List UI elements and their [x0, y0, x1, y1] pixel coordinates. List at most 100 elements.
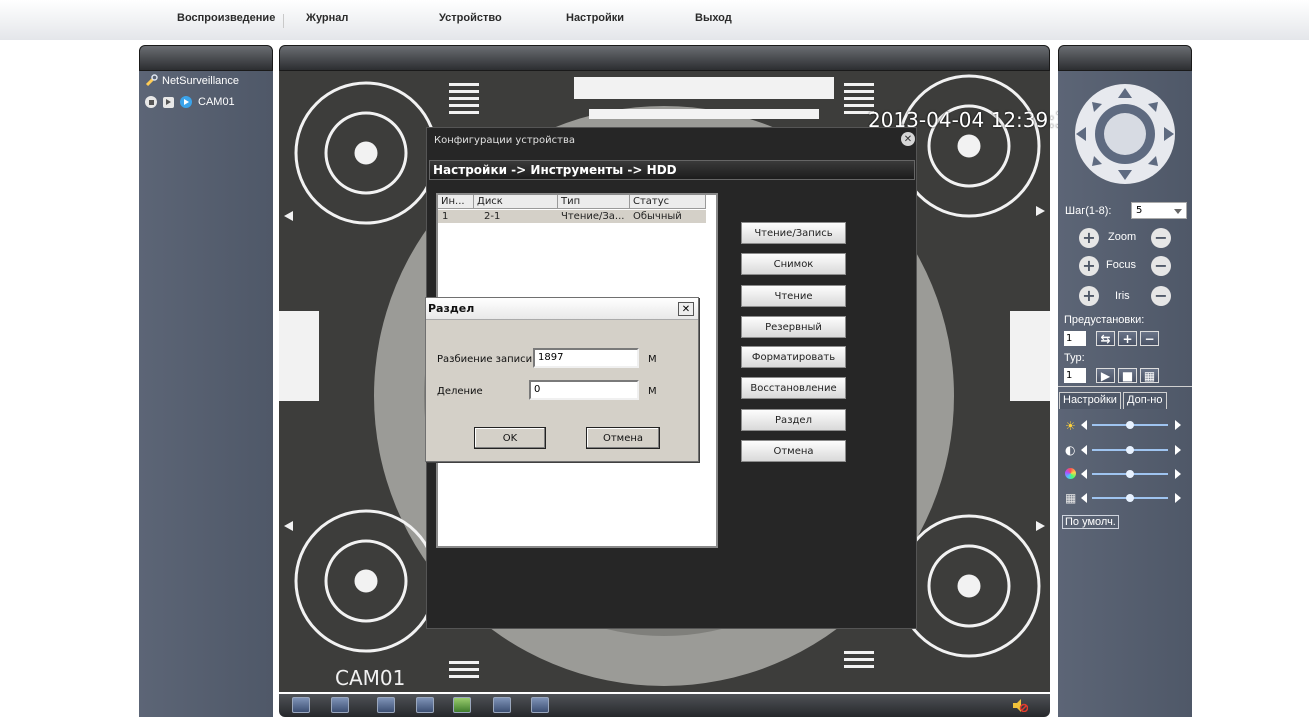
wrench-icon: [145, 74, 158, 87]
stop-record-icon[interactable]: [531, 697, 549, 713]
iris-open-icon[interactable]: +: [1079, 286, 1099, 306]
contrast-slider[interactable]: ◐: [1065, 443, 1187, 457]
slider-right-icon[interactable]: [1175, 493, 1181, 503]
cell-type: Чтение/За...: [561, 211, 625, 222]
focus-near-icon[interactable]: +: [1079, 256, 1099, 276]
video-panel-header: [279, 45, 1050, 71]
tour-label: Тур:: [1064, 352, 1085, 364]
recover-button[interactable]: Восстановление: [741, 377, 846, 399]
main-menu: Воспроизведение Журнал Устройство Настро…: [0, 12, 1309, 32]
tree-camera-label: CAM01: [198, 96, 235, 108]
snapshot-button[interactable]: Снимок: [741, 253, 846, 275]
partition-button[interactable]: Раздел: [741, 409, 846, 431]
iris-label: Iris: [1115, 290, 1130, 302]
saturation-icon: [1065, 468, 1076, 479]
menu-divider: [283, 14, 284, 28]
slider-left-icon[interactable]: [1081, 445, 1087, 455]
device-tree-panel: [139, 71, 273, 717]
hue-slider[interactable]: ▦: [1065, 491, 1187, 505]
tour-grid-icon[interactable]: ▦: [1140, 368, 1159, 383]
tree-camera-row[interactable]: CAM01: [145, 96, 235, 108]
read-only-button[interactable]: Чтение: [741, 285, 846, 307]
brightness-slider[interactable]: ☀: [1065, 418, 1187, 433]
menu-exit[interactable]: Выход: [695, 12, 732, 24]
partition-dialog: Раздел ✕ Разбиение записи 1897 M Деление…: [425, 297, 699, 462]
zoom-out-icon[interactable]: −: [1151, 228, 1171, 248]
brightness-icon: ☀: [1065, 419, 1076, 433]
tour-stop-icon[interactable]: ■: [1118, 368, 1137, 383]
left-panel-header: [139, 45, 273, 71]
tab-divider: [1058, 386, 1192, 387]
zoom-in-icon[interactable]: +: [1079, 228, 1099, 248]
stop-icon[interactable]: [145, 96, 157, 108]
split-input[interactable]: 0: [529, 380, 639, 400]
play-icon[interactable]: [163, 96, 174, 108]
cell-disk: 2-1: [484, 211, 501, 222]
split-label: Деление: [437, 386, 483, 397]
open-all-icon[interactable]: [377, 697, 395, 713]
cancel-button[interactable]: Отмена: [586, 427, 660, 449]
tour-input[interactable]: 1: [1064, 368, 1086, 383]
cancel-button[interactable]: Отмена: [741, 440, 846, 462]
slider-knob[interactable]: [1126, 494, 1134, 502]
format-button[interactable]: Форматировать: [741, 346, 846, 368]
focus-label: Focus: [1106, 259, 1136, 271]
menu-device[interactable]: Устройство: [439, 12, 502, 24]
tree-root-label: NetSurveillance: [162, 74, 240, 87]
ptz-direction-pad[interactable]: [1068, 82, 1182, 186]
mute-icon[interactable]: [1012, 699, 1028, 712]
dialog-title: Конфигурации устройства: [434, 135, 575, 146]
menu-settings[interactable]: Настройки: [566, 12, 624, 24]
col-header-type[interactable]: Тип: [558, 195, 630, 209]
remove-preset-icon[interactable]: −: [1140, 331, 1159, 346]
tree-root[interactable]: NetSurveillance: [145, 74, 239, 87]
slider-left-icon[interactable]: [1081, 493, 1087, 503]
menu-playback[interactable]: Воспроизведение: [177, 12, 275, 24]
grid-icon: ▦: [1065, 491, 1077, 505]
saturation-slider[interactable]: [1065, 467, 1187, 481]
slider-right-icon[interactable]: [1175, 445, 1181, 455]
split-unit-label: M: [648, 386, 657, 397]
cell-status: Обычный: [633, 211, 682, 222]
slider-right-icon[interactable]: [1175, 469, 1181, 479]
snapshot-icon[interactable]: [453, 697, 471, 713]
iris-close-icon[interactable]: −: [1151, 286, 1171, 306]
slider-knob[interactable]: [1126, 470, 1134, 478]
default-button[interactable]: По умолч.: [1062, 515, 1119, 529]
focus-far-icon[interactable]: −: [1151, 256, 1171, 276]
close-icon[interactable]: ✕: [901, 132, 915, 146]
right-panel-header: [1058, 45, 1192, 71]
step-select-value: 5: [1136, 205, 1143, 216]
ok-button[interactable]: OK: [474, 427, 546, 449]
slider-left-icon[interactable]: [1081, 469, 1087, 479]
breadcrumb: Настройки -> Инструменты -> HDD: [433, 163, 677, 177]
tab-advanced[interactable]: Доп-но: [1123, 392, 1167, 409]
slider-left-icon[interactable]: [1081, 420, 1087, 430]
record-unit-label: M: [648, 354, 657, 365]
zoom-label: Zoom: [1108, 231, 1137, 243]
record-partition-input[interactable]: 1897: [533, 348, 639, 368]
close-icon[interactable]: ✕: [678, 302, 694, 316]
close-all-icon[interactable]: [416, 697, 434, 713]
preset-input[interactable]: 1: [1064, 331, 1086, 346]
read-write-button[interactable]: Чтение/Запись: [741, 222, 846, 244]
slider-knob[interactable]: [1126, 446, 1134, 454]
slider-right-icon[interactable]: [1175, 420, 1181, 430]
record-icon[interactable]: [493, 697, 511, 713]
camera-status-icon[interactable]: [180, 96, 192, 108]
fullscreen-icon[interactable]: [292, 697, 310, 713]
menu-log[interactable]: Журнал: [306, 12, 348, 24]
col-header-status[interactable]: Статус: [630, 195, 706, 209]
add-preset-icon[interactable]: +: [1118, 331, 1137, 346]
presets-label: Предустановки:: [1064, 314, 1145, 326]
col-header-disk[interactable]: Диск: [474, 195, 558, 209]
tab-image-settings[interactable]: Настройки: [1059, 392, 1121, 409]
step-select[interactable]: 5: [1131, 202, 1187, 219]
goto-preset-icon[interactable]: ⇆: [1096, 331, 1115, 346]
partition-dialog-title: Раздел: [428, 302, 475, 315]
single-view-icon[interactable]: [331, 697, 349, 713]
redundant-button[interactable]: Резервный: [741, 316, 846, 338]
slider-knob[interactable]: [1126, 421, 1134, 429]
col-header-index[interactable]: Ин...: [438, 195, 474, 209]
tour-play-icon[interactable]: ▶: [1096, 368, 1115, 383]
